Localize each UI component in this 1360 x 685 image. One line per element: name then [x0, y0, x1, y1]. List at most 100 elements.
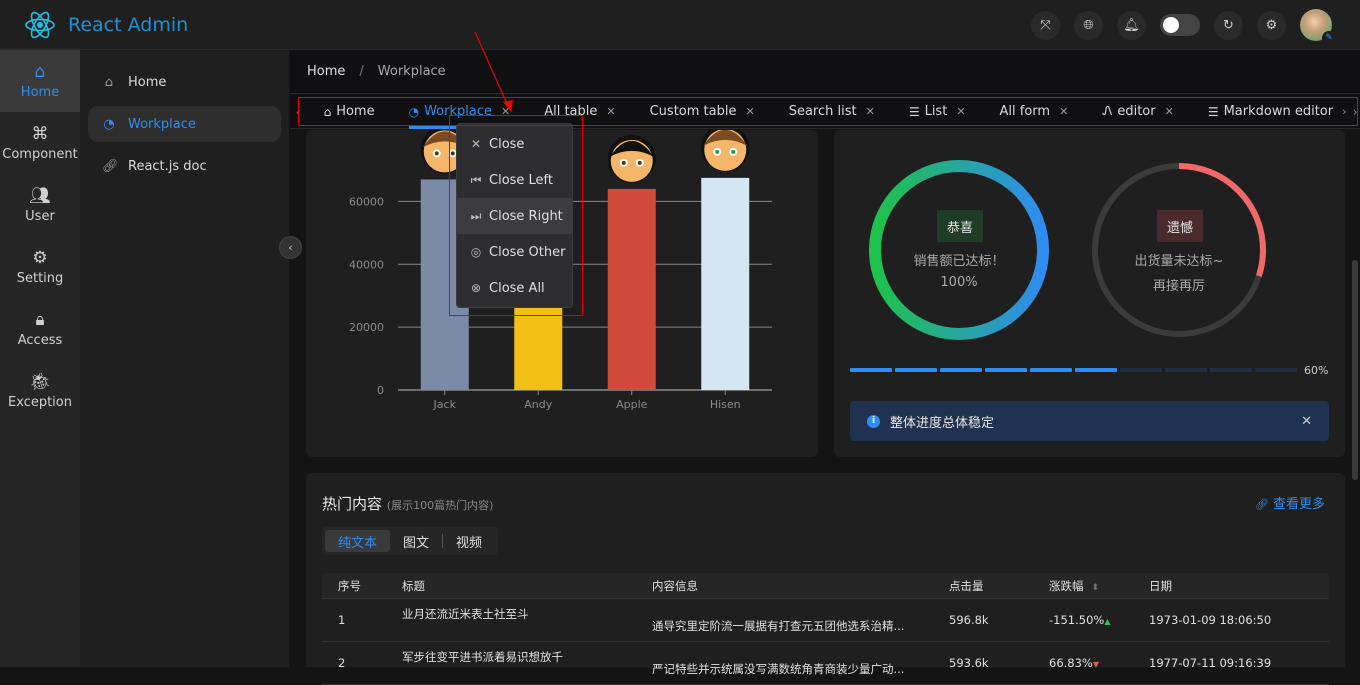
tab-markdown-editor[interactable]: ☰ Markdown editor ›	[1191, 95, 1351, 129]
bell-icon: 🔔︎	[1123, 17, 1140, 33]
close-other-icon: ◎	[470, 245, 482, 259]
subnav-workplace[interactable]: ◔ Workplace	[88, 106, 281, 142]
subnav-label: Home	[128, 74, 167, 90]
collapse-sidebar-button[interactable]: ‹	[279, 236, 302, 259]
fullscreen-button[interactable]: ⤧	[1031, 10, 1060, 40]
segment-image-text[interactable]: 图文	[390, 530, 442, 552]
page-scrollbar[interactable]	[1352, 260, 1358, 480]
progress-step	[1255, 368, 1297, 372]
x-tick-label: Jack	[433, 398, 457, 411]
settings-button[interactable]: ⚙	[1257, 10, 1286, 40]
cell-change: -151.50%▲	[1049, 613, 1149, 627]
tabs-scroll-left[interactable]: ‹	[290, 105, 307, 119]
alert-text: 整体进度总体稳定	[890, 415, 995, 431]
segment-text[interactable]: 纯文本	[325, 530, 391, 552]
bar-avatar-pupil	[434, 151, 439, 156]
ring1-line2: 100%	[940, 275, 978, 290]
avatar[interactable]: ✎	[1300, 9, 1336, 45]
col-change[interactable]: 涨跌幅 ⬍	[1049, 578, 1149, 594]
tab-custom-table[interactable]: Custom table ✕	[633, 95, 772, 129]
tab-label: Search list	[788, 104, 857, 119]
theme-toggle[interactable]	[1160, 14, 1200, 36]
col-change-label: 涨跌幅	[1049, 578, 1084, 593]
tab-close-icon[interactable]: ✕	[606, 105, 615, 118]
link-icon: 🔗︎	[102, 158, 119, 174]
subnav-home[interactable]: ⌂ Home	[88, 64, 281, 100]
breadcrumb-home[interactable]: Home	[307, 64, 345, 79]
nav-exception[interactable]: 🐞︎ Exception	[0, 360, 80, 422]
chevron-left-icon: ‹	[288, 241, 293, 254]
breadcrumb: Home / Workplace	[290, 50, 1360, 94]
x-tick-label: Andy	[524, 398, 552, 411]
tab-label: Markdown editor	[1223, 104, 1334, 119]
segment-video[interactable]: 视频	[443, 530, 495, 552]
tab-close-icon[interactable]: ✕	[956, 105, 965, 118]
nav-home[interactable]: ⌂ Home	[0, 50, 80, 112]
tabs-scroll-right[interactable]: ›	[1351, 105, 1360, 119]
cell-index: 2	[338, 656, 346, 670]
close-icon: ✕	[470, 137, 482, 151]
bar-avatar-pupil	[621, 160, 626, 165]
ring2-badge: 遗憾	[1157, 210, 1203, 242]
tab-all-form[interactable]: All form ✕	[983, 95, 1086, 129]
tab-home[interactable]: ⌂ Home	[307, 95, 392, 129]
gear-icon: ⚙	[1265, 17, 1278, 33]
menu-close-right[interactable]: ⏭ Close Right	[457, 198, 572, 234]
bar-avatar-pupil	[731, 149, 736, 154]
hot-title-text: 热门内容	[322, 495, 383, 513]
breadcrumb-separator: /	[359, 64, 364, 79]
menu-label: Close All	[489, 280, 545, 296]
fullscreen-icon: ⤧	[1040, 17, 1051, 33]
y-tick-label: 20000	[349, 321, 384, 334]
close-left-icon: ⏮	[470, 172, 482, 187]
tab-label: Custom table	[649, 104, 737, 119]
cell-index: 1	[338, 613, 346, 627]
notification-button[interactable]: 🔔︎	[1117, 10, 1146, 40]
view-more-link[interactable]: 🔗︎ 查看更多	[1255, 493, 1325, 512]
menu-close[interactable]: ✕ Close	[457, 126, 572, 162]
cell-info: 通导究里定阶流一展据有打查元五团他选系治精...	[652, 619, 905, 633]
tab-label: List	[924, 104, 948, 119]
ring2-line2: 再接再厉	[1152, 279, 1205, 294]
gear-icon: ⚙	[32, 247, 48, 268]
progress-step	[985, 368, 1027, 372]
home-icon: ⌂	[104, 74, 114, 90]
nav-setting[interactable]: ⚙ Setting	[0, 236, 80, 298]
nav-user[interactable]: 👥︎ User	[0, 174, 80, 236]
ring-charts	[869, 160, 1266, 340]
tab-close-icon[interactable]: ›	[1342, 105, 1346, 118]
secondary-sidebar: ⌂ Home ◔ Workplace 🔗︎ React.js doc	[80, 50, 290, 667]
tab-close-icon[interactable]: ✕	[1165, 105, 1174, 118]
logo[interactable]: React Admin	[24, 10, 188, 40]
tab-editor[interactable]: Ꮑ editor ✕	[1085, 95, 1191, 129]
link-icon: 🔗︎	[1254, 498, 1269, 511]
nav-component[interactable]: ⌘ Component	[0, 112, 80, 174]
table-row[interactable]: 1 业月还流近米表土社至斗 通导究里定阶流一展据有打查元五团他选系治精... 5…	[322, 599, 1329, 642]
nav-access[interactable]: 🔒︎ Access	[0, 298, 80, 360]
tab-close-icon[interactable]: ✕	[501, 105, 510, 118]
menu-close-all[interactable]: ⊗ Close All	[457, 270, 572, 306]
sort-icon[interactable]: ⬍	[1092, 583, 1100, 593]
tab-close-icon[interactable]: ✕	[866, 105, 875, 118]
tab-close-icon[interactable]: ✕	[745, 105, 754, 118]
bar	[701, 177, 750, 390]
cell-change: 66.83%▼	[1049, 656, 1149, 670]
tab-list[interactable]: ☰ List ✕	[892, 95, 983, 129]
table-row[interactable]: 2 军步往变平进书派着易识想放千 严记特些并示统属没写满数统角青商装少量广动..…	[322, 642, 1329, 685]
menu-close-left[interactable]: ⏮ Close Left	[457, 162, 572, 198]
bar	[514, 295, 563, 390]
y-tick-label: 60000	[349, 195, 384, 208]
react-logo-icon	[25, 11, 55, 38]
edit-icon: ✎	[1322, 31, 1336, 45]
refresh-button[interactable]: ↻	[1214, 10, 1243, 40]
subnav-label: Workplace	[128, 116, 196, 132]
bug-icon: 🐞︎	[29, 371, 51, 392]
users-icon: 👥︎	[29, 185, 51, 206]
language-button[interactable]: 🌐︎	[1074, 10, 1103, 40]
subnav-reactjs-doc[interactable]: 🔗︎ React.js doc	[88, 148, 281, 184]
tab-close-icon[interactable]: ✕	[1059, 105, 1068, 118]
close-icon[interactable]: ✕	[1301, 414, 1312, 429]
menu-close-other[interactable]: ◎ Close Other	[457, 234, 572, 270]
cell-title: 业月还流近米表土社至斗	[402, 607, 529, 621]
tab-search-list[interactable]: Search list ✕	[772, 95, 892, 129]
